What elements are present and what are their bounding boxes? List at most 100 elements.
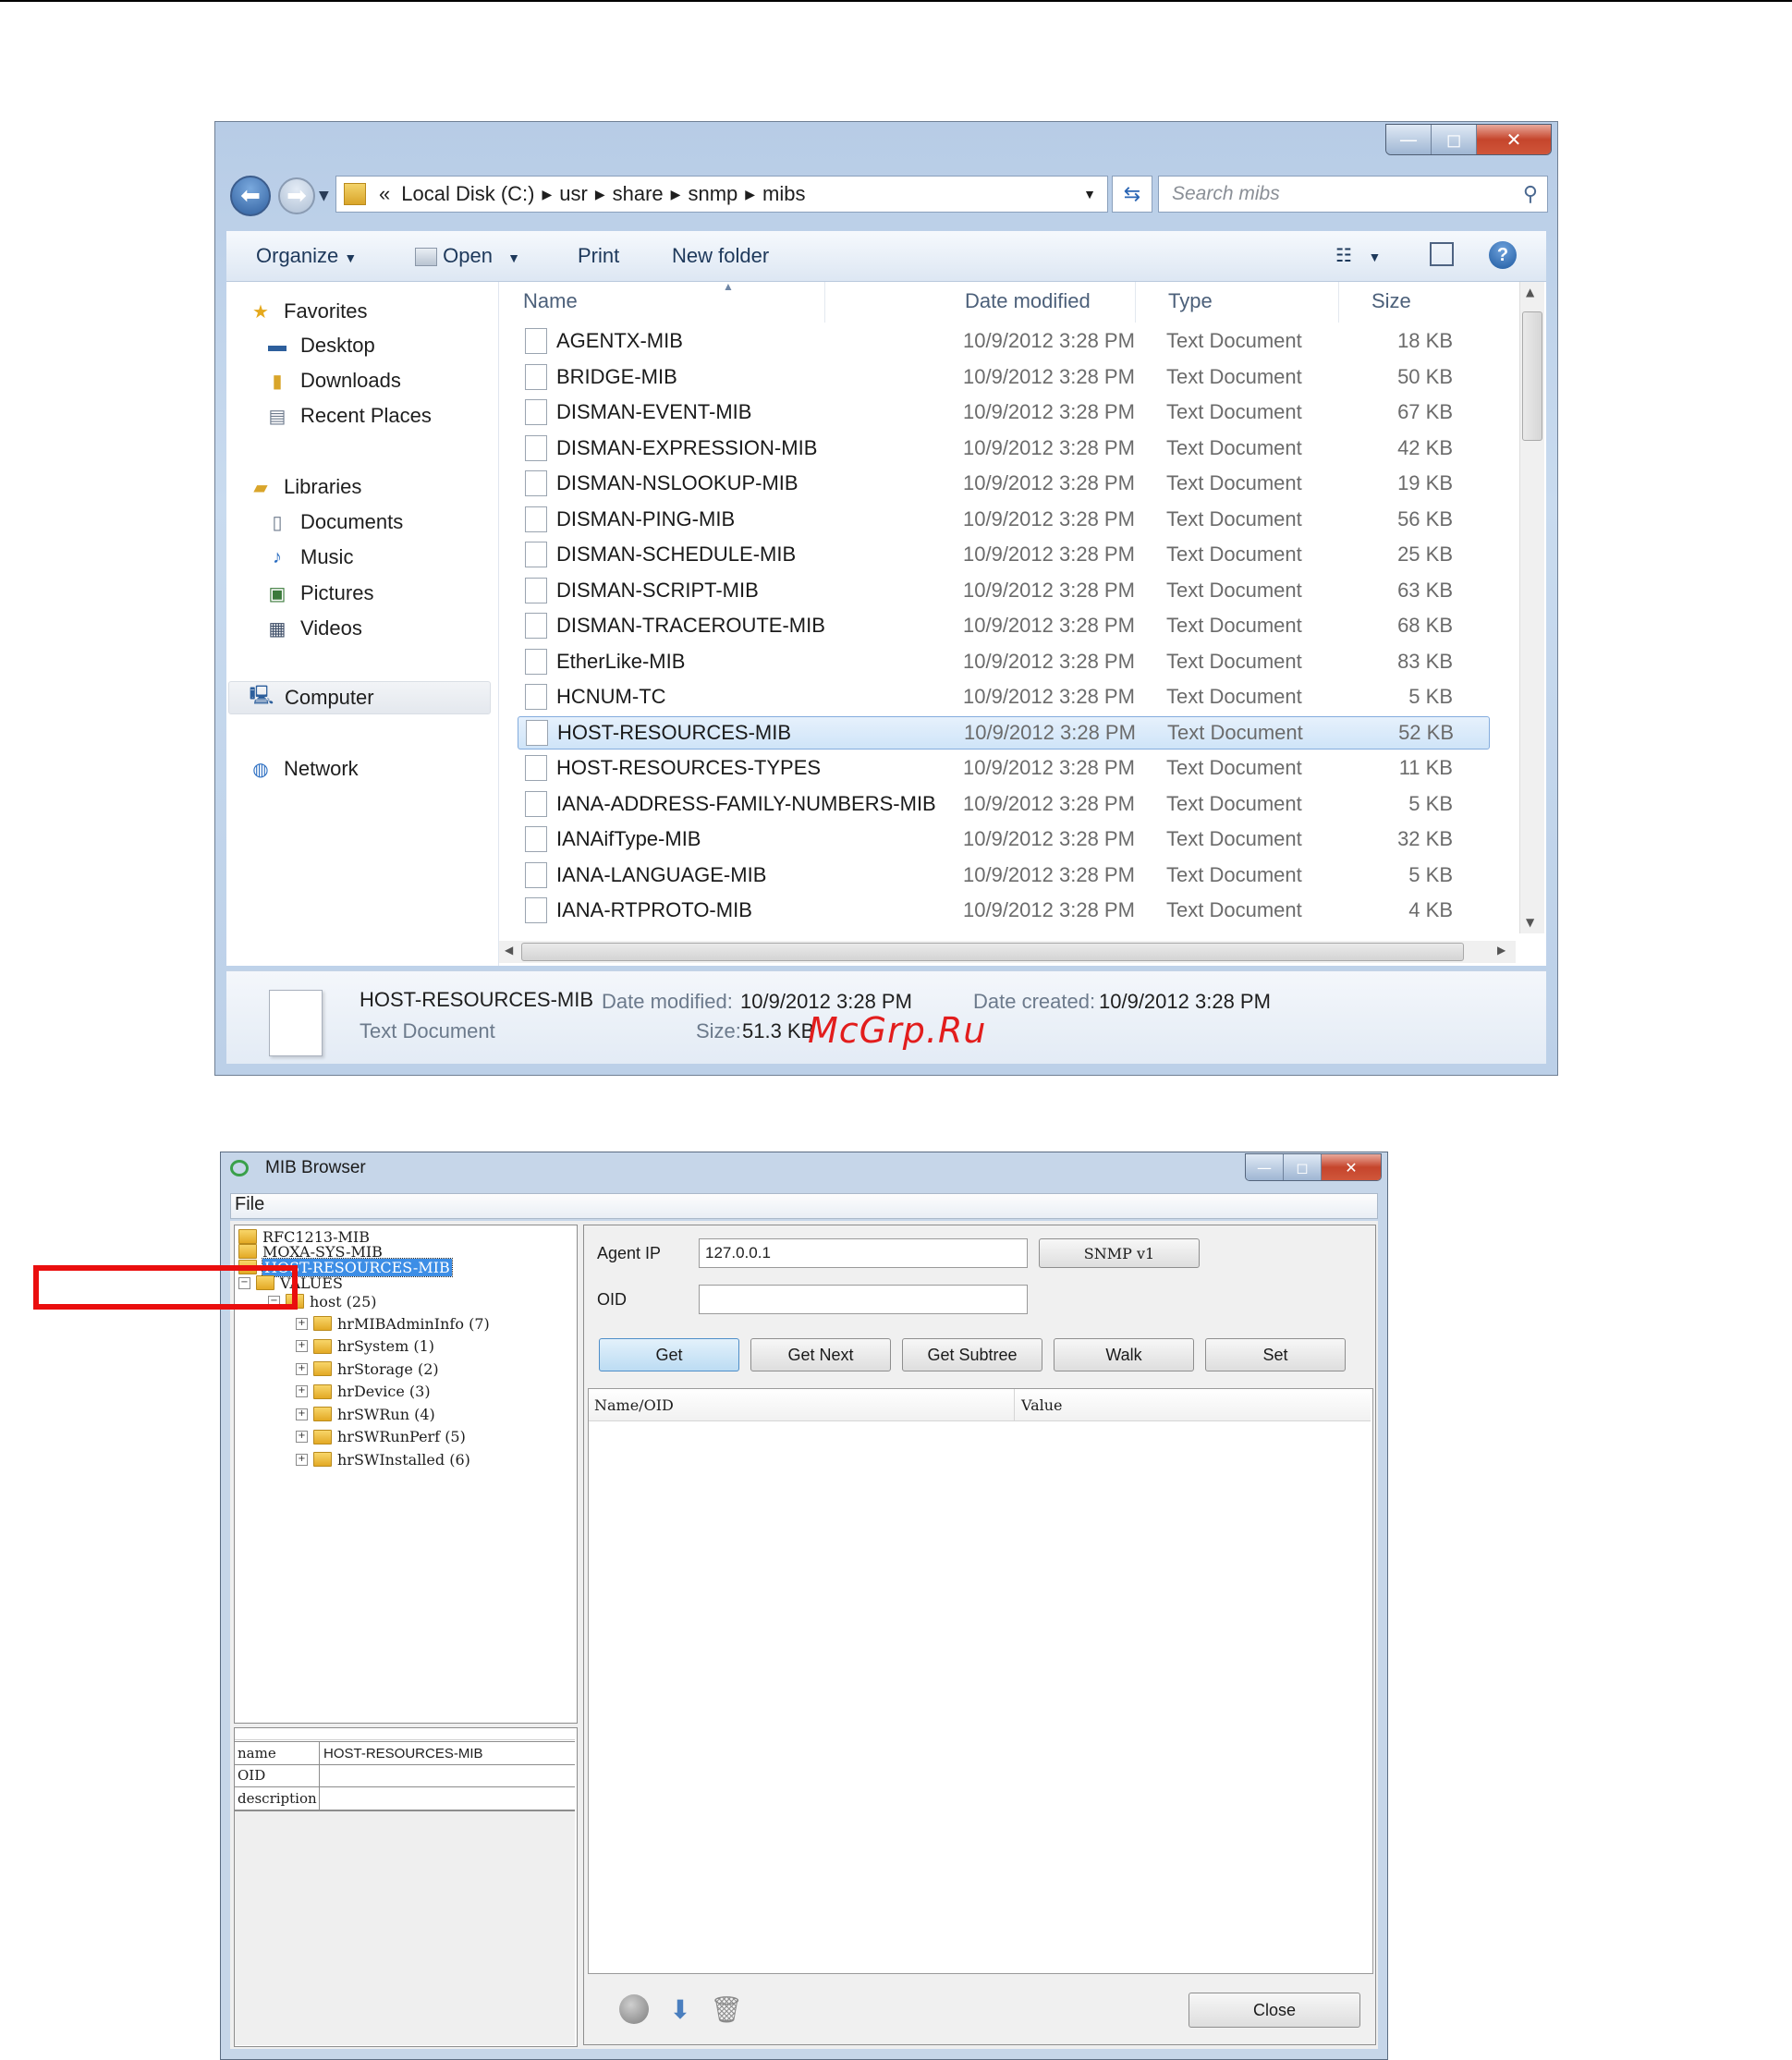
get-next-button[interactable]: Get Next: [750, 1338, 891, 1371]
property-value[interactable]: HOST-RESOURCES-MIB: [320, 1746, 483, 1761]
file-row[interactable]: DISMAN-TRACEROUTE-MIB 10/9/2012 3:28 PM Te…: [518, 609, 1490, 642]
breadcrumb-overflow[interactable]: «: [379, 182, 390, 206]
scroll-left-icon[interactable]: ◀: [505, 944, 513, 957]
address-bar[interactable]: « Local Disk (C:) ▶ usr ▶ share ▶ snmp ▶…: [335, 176, 1108, 213]
get-button[interactable]: Get: [599, 1338, 739, 1371]
view-options-icon[interactable]: ☷ ▼: [1335, 244, 1381, 267]
maximize-button[interactable]: ◻: [1432, 125, 1477, 154]
close-button[interactable]: Close: [1189, 1993, 1360, 2028]
vertical-scrollbar[interactable]: ▲ ▼: [1519, 282, 1544, 933]
menu-file[interactable]: File: [235, 1194, 264, 1214]
tree-node-child[interactable]: + hrDevice (3): [296, 1381, 431, 1403]
file-row[interactable]: DISMAN-SCRIPT-MIB 10/9/2012 3:28 PM Text D…: [518, 574, 1490, 607]
recent-pages-dropdown[interactable]: ▼: [319, 189, 329, 203]
expand-icon[interactable]: +: [296, 1385, 308, 1397]
breadcrumb-mibs[interactable]: mibs: [762, 182, 805, 206]
file-row[interactable]: BRIDGE-MIB 10/9/2012 3:28 PM Text Document…: [518, 360, 1490, 394]
back-button[interactable]: ⬅: [230, 176, 271, 216]
column-header-type[interactable]: Type: [1168, 289, 1213, 321]
save-icon[interactable]: ⬇: [664, 1993, 697, 2026]
trash-icon[interactable]: 🗑: [710, 1993, 743, 2026]
column-header-name[interactable]: Name: [523, 289, 578, 321]
breadcrumb-separator-icon[interactable]: ▶: [595, 187, 605, 202]
file-row[interactable]: IANA-ADDRESS-FAMILY-NUMBERS-MIB 10/9/2012…: [518, 787, 1490, 821]
file-row[interactable]: IANA-LANGUAGE-MIB 10/9/2012 3:28 PM Text D…: [518, 859, 1490, 892]
scroll-down-icon[interactable]: ▼: [1526, 916, 1534, 929]
nav-computer[interactable]: 🖳 Computer: [228, 681, 491, 714]
file-row[interactable]: HOST-RESOURCES-MIB 10/9/2012 3:28 PM Text …: [518, 715, 1490, 750]
file-row[interactable]: IANA-RTPROTO-MIB 10/9/2012 3:28 PM Text Do…: [518, 894, 1490, 927]
oid-input[interactable]: [699, 1285, 1028, 1314]
agent-ip-input[interactable]: 127.0.0.1: [699, 1238, 1028, 1268]
nav-libraries[interactable]: ▰ Libraries: [247, 470, 361, 504]
file-row[interactable]: HCNUM-TC 10/9/2012 3:28 PM Text Document 5 …: [518, 680, 1490, 713]
snmp-version-button[interactable]: SNMP v1: [1039, 1238, 1200, 1268]
search-icon[interactable]: ⚲: [1523, 182, 1538, 206]
forward-button[interactable]: ➡: [278, 177, 315, 214]
column-header-date[interactable]: Date modified: [965, 289, 1091, 321]
breadcrumb-share[interactable]: share: [613, 182, 664, 206]
record-icon[interactable]: [617, 1993, 651, 2026]
file-row[interactable]: IANAifType-MIB 10/9/2012 3:28 PM Text Docu…: [518, 823, 1490, 856]
search-input[interactable]: Search mibs ⚲: [1158, 176, 1548, 213]
tree-node-child[interactable]: + hrSystem (1): [296, 1335, 434, 1358]
file-row[interactable]: HOST-RESOURCES-TYPES 10/9/2012 3:28 PM Tex…: [518, 751, 1490, 785]
print-button[interactable]: Print: [578, 244, 619, 268]
breadcrumb-local-disk[interactable]: Local Disk (C:): [401, 182, 534, 206]
nav-desktop[interactable]: ▬ Desktop: [263, 329, 375, 362]
expand-icon[interactable]: +: [296, 1431, 308, 1443]
nav-music[interactable]: ♪ Music: [263, 541, 353, 574]
expand-icon[interactable]: +: [296, 1317, 308, 1330]
close-button[interactable]: ✕: [1477, 125, 1551, 154]
nav-pictures[interactable]: ▣ Pictures: [263, 577, 374, 610]
breadcrumb-separator-icon[interactable]: ▶: [542, 187, 553, 202]
nav-downloads[interactable]: ▮ Downloads: [263, 364, 400, 397]
tree-node-child[interactable]: + hrSWRunPerf (5): [296, 1426, 466, 1448]
file-row[interactable]: AGENTX-MIB 10/9/2012 3:28 PM Text Document…: [518, 324, 1490, 358]
preview-pane-icon[interactable]: [1430, 242, 1454, 266]
refresh-button[interactable]: ⇆: [1112, 176, 1152, 213]
scroll-right-icon[interactable]: ▶: [1497, 944, 1506, 957]
nav-videos[interactable]: ▦ Videos: [263, 612, 362, 645]
horizontal-scrollbar[interactable]: ◀ ▶: [499, 941, 1516, 963]
breadcrumb-separator-icon[interactable]: ▶: [671, 187, 681, 202]
expand-icon[interactable]: +: [296, 1362, 308, 1375]
breadcrumb-separator-icon[interactable]: ▶: [745, 187, 755, 202]
tree-node-child[interactable]: + hrStorage (2): [296, 1358, 439, 1380]
vertical-scroll-thumb[interactable]: [1522, 311, 1542, 441]
column-header-value[interactable]: Value: [1021, 1396, 1063, 1414]
tree-node-child[interactable]: + hrSWInstalled (6): [296, 1448, 470, 1470]
column-header-name-oid[interactable]: Name/OID: [594, 1396, 674, 1414]
expand-icon[interactable]: +: [296, 1340, 308, 1352]
open-button[interactable]: Open ▼: [415, 244, 520, 268]
tree-node-child[interactable]: + hrMIBAdminInfo (7): [296, 1312, 490, 1335]
nav-network[interactable]: ◍ Network: [247, 752, 358, 786]
file-row[interactable]: DISMAN-NSLOOKUP-MIB 10/9/2012 3:28 PM Text…: [518, 467, 1490, 500]
get-subtree-button[interactable]: Get Subtree: [902, 1338, 1042, 1371]
file-row[interactable]: DISMAN-EXPRESSION-MIB 10/9/2012 3:28 PM Te…: [518, 432, 1490, 465]
breadcrumb-snmp[interactable]: snmp: [688, 182, 738, 206]
set-button[interactable]: Set: [1205, 1338, 1346, 1371]
close-window-button[interactable]: ✕: [1322, 1154, 1381, 1180]
nav-recent-places[interactable]: ▤ Recent Places: [263, 399, 432, 433]
expand-icon[interactable]: +: [296, 1408, 308, 1420]
nav-favorites[interactable]: ★ Favorites: [247, 295, 367, 328]
walk-button[interactable]: Walk: [1054, 1338, 1194, 1371]
help-icon[interactable]: ?: [1489, 241, 1517, 269]
new-folder-button[interactable]: New folder: [672, 244, 769, 268]
file-row[interactable]: DISMAN-PING-MIB 10/9/2012 3:28 PM Text Doc…: [518, 503, 1490, 536]
expand-icon[interactable]: +: [296, 1453, 308, 1466]
organize-menu[interactable]: Organize ▼: [256, 244, 357, 268]
nav-documents[interactable]: ▯ Documents: [263, 506, 403, 539]
horizontal-scroll-thumb[interactable]: [521, 943, 1464, 961]
file-row[interactable]: DISMAN-SCHEDULE-MIB 10/9/2012 3:28 PM Text…: [518, 538, 1490, 571]
minimize-button[interactable]: —: [1246, 1154, 1284, 1180]
breadcrumb-usr[interactable]: usr: [559, 182, 588, 206]
maximize-button[interactable]: ◻: [1284, 1154, 1322, 1180]
tree-node-child[interactable]: + hrSWRun (4): [296, 1403, 435, 1425]
file-row[interactable]: DISMAN-EVENT-MIB 10/9/2012 3:28 PM Text Do…: [518, 396, 1490, 429]
column-header-size[interactable]: Size: [1371, 289, 1411, 321]
address-dropdown-icon[interactable]: ▼: [1083, 187, 1096, 201]
scroll-up-icon[interactable]: ▲: [1526, 286, 1534, 299]
file-row[interactable]: EtherLike-MIB 10/9/2012 3:28 PM Text Docum…: [518, 645, 1490, 678]
